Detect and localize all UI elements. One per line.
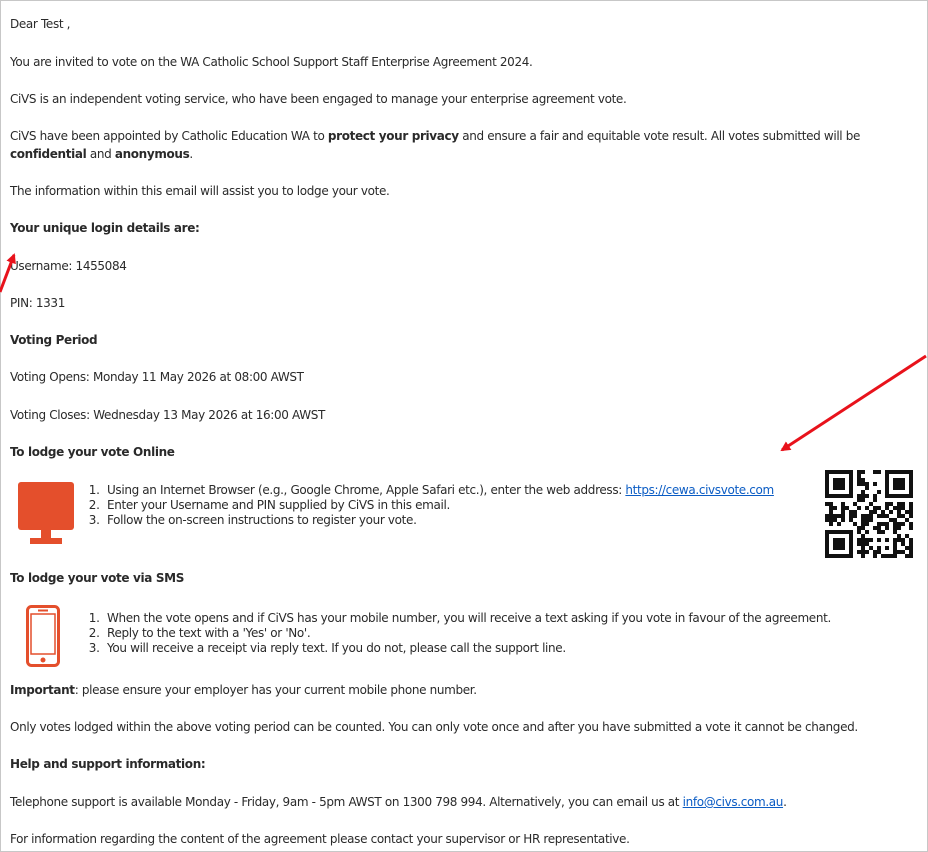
privacy-and: and (86, 147, 115, 161)
sms-step-2: Reply to the text with a 'Yes' or 'No'. (103, 626, 831, 641)
help-heading: Help and support information: (10, 757, 206, 771)
privacy-text-2: and ensure a fair and equitable vote res… (458, 129, 861, 143)
username-line: Username: 1455084 (10, 259, 127, 273)
info-paragraph: The information within this email will a… (10, 184, 390, 198)
confidential-bold: confidential (10, 147, 87, 161)
sms-steps: When the vote opens and if CiVS has your… (83, 611, 831, 656)
online-heading: To lodge your vote Online (10, 445, 175, 459)
online-step-1-text: Using an Internet Browser (e.g., Google … (107, 483, 626, 497)
anonymous-bold: anonymous (114, 147, 190, 161)
online-steps: Using an Internet Browser (e.g., Google … (83, 483, 774, 528)
support-email-link[interactable]: info@civs.com.au (683, 795, 784, 809)
vote-url-link[interactable]: https://cewa.civsvote.com (625, 483, 774, 497)
important-paragraph: Important: please ensure your employer h… (10, 682, 477, 699)
privacy-paragraph: CiVS have been appointed by Catholic Edu… (10, 127, 915, 163)
greeting: Dear Test , (10, 17, 71, 31)
privacy-text: CiVS have been appointed by Catholic Edu… (10, 129, 328, 143)
invite-paragraph: You are invited to vote on the WA Cathol… (10, 55, 533, 69)
sms-step-3: You will receive a receipt via reply tex… (103, 641, 831, 656)
telephone-paragraph: Telephone support is available Monday - … (10, 794, 787, 811)
privacy-period: . (189, 147, 193, 161)
voting-opens: Voting Opens: Monday 11 May 2026 at 08:0… (10, 370, 304, 384)
online-step-1: Using an Internet Browser (e.g., Google … (103, 483, 774, 498)
sms-heading: To lodge your vote via SMS (10, 571, 185, 585)
qr-code-icon (825, 470, 913, 558)
online-step-3: Follow the on-screen instructions to reg… (103, 513, 774, 528)
privacy-bold: protect your privacy (327, 129, 459, 143)
important-label: Important (10, 683, 75, 697)
mobile-phone-icon (26, 605, 60, 667)
civs-paragraph: CiVS is an independent voting service, w… (10, 92, 627, 106)
online-step-2: Enter your Username and PIN supplied by … (103, 498, 774, 513)
only-votes-paragraph: Only votes lodged within the above votin… (10, 720, 858, 734)
monitor-icon (18, 482, 74, 544)
login-heading: Your unique login details are: (10, 221, 200, 235)
pin-line: PIN: 1331 (10, 296, 65, 310)
telephone-text: Telephone support is available Monday - … (10, 795, 683, 809)
email-body: Dear Test , You are invited to vote on t… (0, 0, 928, 852)
voting-period-heading: Voting Period (10, 333, 98, 347)
sms-step-1: When the vote opens and if CiVS has your… (103, 611, 831, 626)
content-paragraph: For information regarding the content of… (10, 832, 630, 846)
telephone-end: . (783, 795, 787, 809)
voting-closes: Voting Closes: Wednesday 13 May 2026 at … (10, 408, 325, 422)
important-text: : please ensure your employer has your c… (74, 683, 477, 697)
